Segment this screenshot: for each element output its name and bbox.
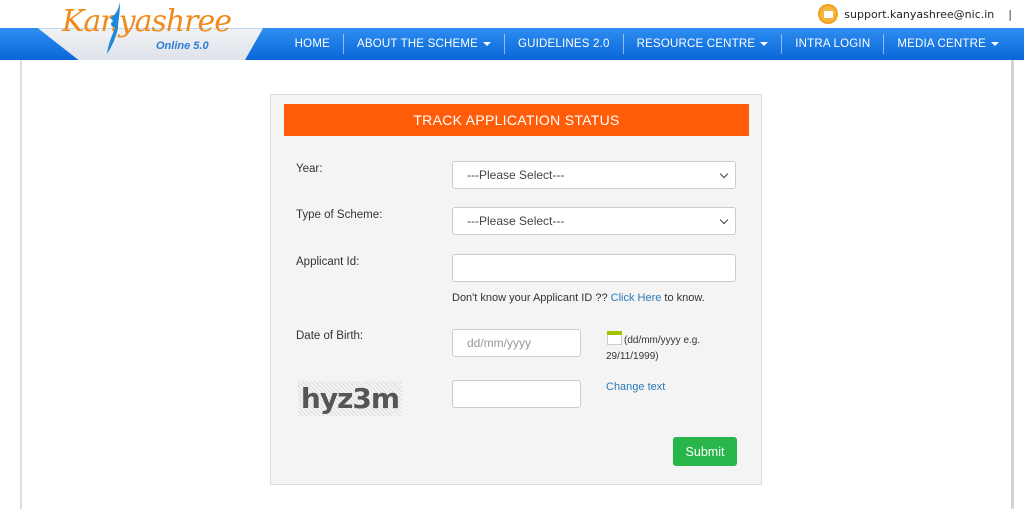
nav-label: INTRA LOGIN [795,38,871,50]
dob-label: Date of Birth: [296,330,364,342]
applicant-id-hint: Don't know your Applicant ID ?? Click He… [452,292,705,304]
captcha-input[interactable] [452,380,581,408]
logo-subtitle: Online 5.0 [156,40,209,52]
nav-home[interactable]: HOME [282,34,343,54]
logo-figure-icon [107,2,120,54]
scheme-select-value: ---Please Select--- [467,214,565,228]
nav-media-centre[interactable]: MEDIA CENTRE [883,34,1012,54]
scheme-select[interactable]: ---Please Select--- [452,207,736,235]
nav-label: RESOURCE CENTRE [636,38,756,50]
nav-label: ABOUT THE SCHEME [356,38,478,50]
click-here-link[interactable]: Click Here [611,292,662,304]
logo-text: Kanyashree [62,4,232,39]
support-email[interactable]: support.kanyashree@nic.in [844,8,994,21]
caret-down-icon [991,42,999,46]
chevron-down-icon [719,215,729,225]
nav-intra-login[interactable]: INTRA LOGIN [781,34,883,54]
dob-placeholder: dd/mm/yyyy [467,336,532,350]
year-select-value: ---Please Select--- [467,168,565,182]
nav-label: MEDIA CENTRE [897,38,986,50]
captcha-image: hyz3m [298,381,402,416]
captcha-text: hyz3m [300,382,400,415]
separator: | [1008,7,1012,21]
hint-suffix: to know. [661,292,705,304]
nav-label: HOME [294,38,330,50]
year-label: Year: [296,163,323,175]
panel-title: TRACK APPLICATION STATUS [284,104,749,136]
submit-button[interactable]: Submit [673,437,737,466]
caret-down-icon [482,42,491,46]
nav-label: GUIDELINES 2.0 [517,38,610,50]
chevron-down-icon [719,169,729,179]
applicant-id-input[interactable] [452,254,736,282]
support-contact: support.kanyashree@nic.in | [818,4,1012,24]
nav-guidelines[interactable]: GUIDELINES 2.0 [503,34,623,54]
caret-down-icon [760,42,769,46]
dob-input[interactable]: dd/mm/yyyy [452,329,581,357]
scheme-label: Type of Scheme: [296,209,383,221]
dob-format-hint: (dd/mm/yyyy e.g. 29/11/1999) [606,333,726,365]
change-text-link[interactable]: Change text [606,381,665,393]
applicant-id-label: Applicant Id: [296,256,360,268]
nav-resource-centre[interactable]: RESOURCE CENTRE [622,34,782,54]
hint-prefix: Don't know your Applicant ID ?? [452,292,611,304]
nav-about-the-scheme[interactable]: ABOUT THE SCHEME [342,34,504,54]
main-nav: HOME ABOUT THE SCHEME GUIDELINES 2.0 RES… [282,28,1012,60]
track-status-panel: TRACK APPLICATION STATUS Year: ---Please… [270,94,762,485]
mail-icon [818,4,839,24]
year-select[interactable]: ---Please Select--- [452,161,736,189]
logo[interactable]: Kanyashree [62,4,232,39]
